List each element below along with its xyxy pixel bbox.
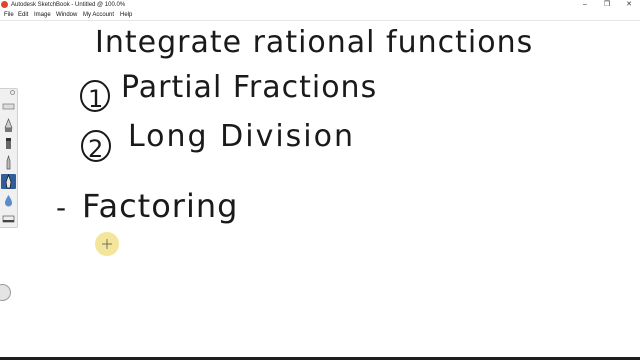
menu-image[interactable]: Image — [34, 10, 51, 20]
menu-edit[interactable]: Edit — [18, 10, 28, 20]
paint-drop-icon[interactable] — [1, 193, 16, 208]
marker-icon[interactable] — [1, 136, 16, 151]
eraser-icon[interactable] — [1, 211, 16, 226]
menu-my-account[interactable]: My Account — [83, 10, 114, 20]
title-bar: Autodesk SketchBook - Untitled @ 100.0% … — [0, 0, 640, 10]
pencil-icon[interactable] — [1, 154, 16, 170]
ruler-icon[interactable] — [1, 99, 16, 114]
brush-palette — [0, 88, 18, 228]
window-title: Autodesk SketchBook - Untitled @ 100.0% — [11, 2, 126, 8]
drawing-canvas[interactable]: Integrate rational functions 1 Partial F… — [0, 21, 640, 357]
minimize-button[interactable]: – — [574, 0, 596, 10]
item2-text: Long Division — [128, 119, 355, 154]
sketchbook-app-icon — [1, 1, 8, 8]
ink-pen-icon[interactable] — [1, 173, 16, 189]
handwriting-layer: Integrate rational functions 1 Partial F… — [56, 25, 533, 225]
menu-window[interactable]: Window — [56, 10, 77, 20]
close-button[interactable]: ✕ — [618, 0, 640, 10]
item3-text: Factoring — [82, 187, 238, 225]
palette-settings-icon[interactable] — [10, 90, 15, 95]
pen-cursor-highlight — [95, 232, 119, 256]
crosshair-cursor-icon — [102, 239, 112, 249]
menu-help[interactable]: Help — [120, 10, 132, 20]
heading-text: Integrate rational functions — [95, 25, 533, 60]
airbrush-icon[interactable] — [1, 118, 16, 133]
menu-bar: File Edit Image Window My Account Help — [0, 10, 640, 21]
restore-button[interactable]: ❐ — [596, 0, 618, 10]
menu-file[interactable]: File — [4, 10, 14, 20]
item1-text: Partial Fractions — [121, 70, 377, 105]
bullet-dash: - — [56, 191, 66, 224]
